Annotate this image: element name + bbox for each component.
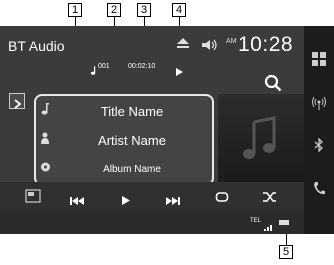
signal-icon <box>264 218 276 234</box>
repeat-icon[interactable] <box>215 190 229 208</box>
person-icon <box>40 131 50 150</box>
callout-5: 5 <box>279 245 293 259</box>
ampm-indicator: AM <box>226 38 237 45</box>
eject-icon[interactable] <box>176 36 190 54</box>
track-info-panel[interactable]: Title Name Artist Name Album Name <box>34 94 214 186</box>
previous-icon[interactable] <box>70 192 84 210</box>
album-name: Album Name <box>103 164 161 175</box>
display-toggle-icon[interactable] <box>25 189 41 208</box>
tel-status: TEL <box>250 218 262 224</box>
next-icon[interactable] <box>166 192 180 210</box>
music-note-icon <box>40 102 50 121</box>
track-number: 001 <box>98 63 110 70</box>
title-name: Title Name <box>100 104 164 119</box>
chevron-right-icon <box>14 96 22 114</box>
disc-icon <box>40 160 51 179</box>
phone-icon[interactable] <box>313 181 325 200</box>
radio-wave-icon[interactable] <box>311 96 327 115</box>
bluetooth-icon[interactable] <box>314 137 324 157</box>
callout-3: 3 <box>137 3 151 17</box>
title-row: Title Name <box>36 98 212 124</box>
main-panel: BT Audio AM 10:28 001 00:02:10 Title Nam… <box>0 26 304 234</box>
callout-1: 1 <box>68 3 82 17</box>
source-name: BT Audio <box>8 38 65 54</box>
clock: 10:28 <box>238 33 294 56</box>
play-icon <box>176 63 183 81</box>
apps-grid-icon[interactable] <box>311 51 327 72</box>
battery-icon <box>279 220 289 225</box>
shuffle-icon[interactable] <box>262 190 278 208</box>
device-screen: BT Audio AM 10:28 001 00:02:10 Title Nam… <box>0 26 334 234</box>
status-strip: TEL <box>0 212 304 234</box>
music-note-icon <box>90 62 97 80</box>
callout-2: 2 <box>107 3 121 17</box>
callout-4: 4 <box>172 3 186 17</box>
side-rail <box>304 26 334 234</box>
music-note-icon <box>240 116 280 167</box>
playback-controls <box>0 182 304 212</box>
artist-row: Artist Name <box>36 127 212 153</box>
expand-button[interactable] <box>9 93 25 109</box>
album-row: Album Name <box>36 156 212 182</box>
play-icon[interactable] <box>122 192 130 210</box>
artist-name: Artist Name <box>98 133 166 148</box>
album-art <box>218 94 304 186</box>
elapsed-time: 00:02:10 <box>128 63 156 70</box>
volume-icon[interactable] <box>201 38 219 56</box>
